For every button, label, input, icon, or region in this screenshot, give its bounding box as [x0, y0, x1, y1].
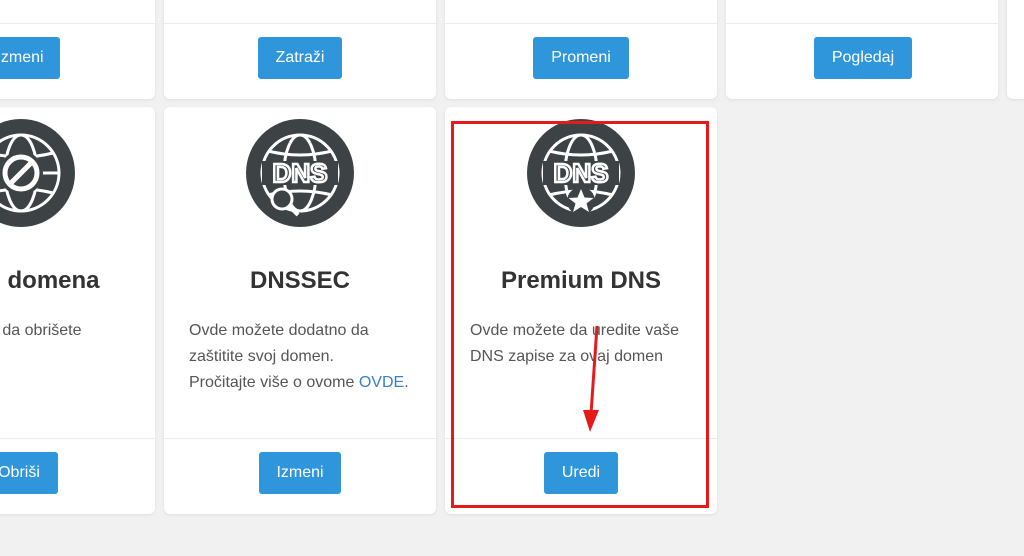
card-title: e domena: [0, 267, 100, 294]
desc-line: Ovde možete da uredite vaše: [470, 322, 680, 339]
card-divider: [0, 438, 155, 439]
card-divider: [445, 438, 717, 439]
dns-icon-text: DNS: [554, 158, 609, 188]
izmeni-button-top[interactable]: Izmeni: [0, 37, 60, 79]
card-divider: [164, 438, 436, 439]
card-description: e da obrišete: [0, 322, 82, 339]
card-title: Premium DNS: [500, 267, 662, 294]
top-card-3: Promeni: [445, 0, 717, 99]
card-divider: [726, 23, 998, 24]
desc-line: Ovde možete dodatno da: [189, 322, 369, 339]
globe-dns-star-icon: DNS: [525, 117, 637, 229]
card-description: Ovde možete dodatno da zaštitite svoj do…: [189, 318, 429, 396]
globe-ban-icon: [0, 117, 77, 229]
top-card-1: Izmeni: [0, 0, 155, 99]
obrisi-button[interactable]: Obriši: [0, 452, 58, 494]
izmeni-button[interactable]: Izmeni: [259, 452, 341, 494]
zatrazi-button[interactable]: Zatraži: [258, 37, 342, 79]
globe-dns-search-icon: DNS: [244, 117, 356, 229]
uredi-button[interactable]: Uredi: [544, 452, 618, 494]
card-description: Ovde možete da uredite vaše DNS zapise z…: [470, 318, 710, 370]
dns-icon-text: DNS: [273, 158, 328, 188]
desc-line: DNS zapise za ovaj domen: [470, 348, 663, 365]
desc-line: Pročitajte više o ovome: [189, 374, 359, 391]
top-card-2: Zatraži: [164, 0, 436, 99]
top-card-5: [1007, 0, 1024, 99]
card-divider: [0, 23, 155, 24]
ovde-link[interactable]: OVDE: [359, 374, 404, 391]
desc-line: zaštitite svoj domen.: [189, 348, 334, 365]
card-divider: [164, 23, 436, 24]
card-divider: [445, 23, 717, 24]
dnssec-card: DNS DNSSEC Ovde možete dodatno da zaštit…: [164, 107, 436, 514]
card-title: DNSSEC: [249, 267, 351, 294]
link-suffix: .: [404, 374, 409, 391]
pogledaj-button[interactable]: Pogledaj: [814, 37, 912, 79]
premium-dns-card: DNS Premium DNS Ovde možete da uredite v…: [445, 107, 717, 514]
delete-domain-card: e domena e da obrišete Obriši: [0, 107, 155, 514]
top-card-4: Pogledaj: [726, 0, 998, 99]
promeni-button[interactable]: Promeni: [533, 37, 629, 79]
